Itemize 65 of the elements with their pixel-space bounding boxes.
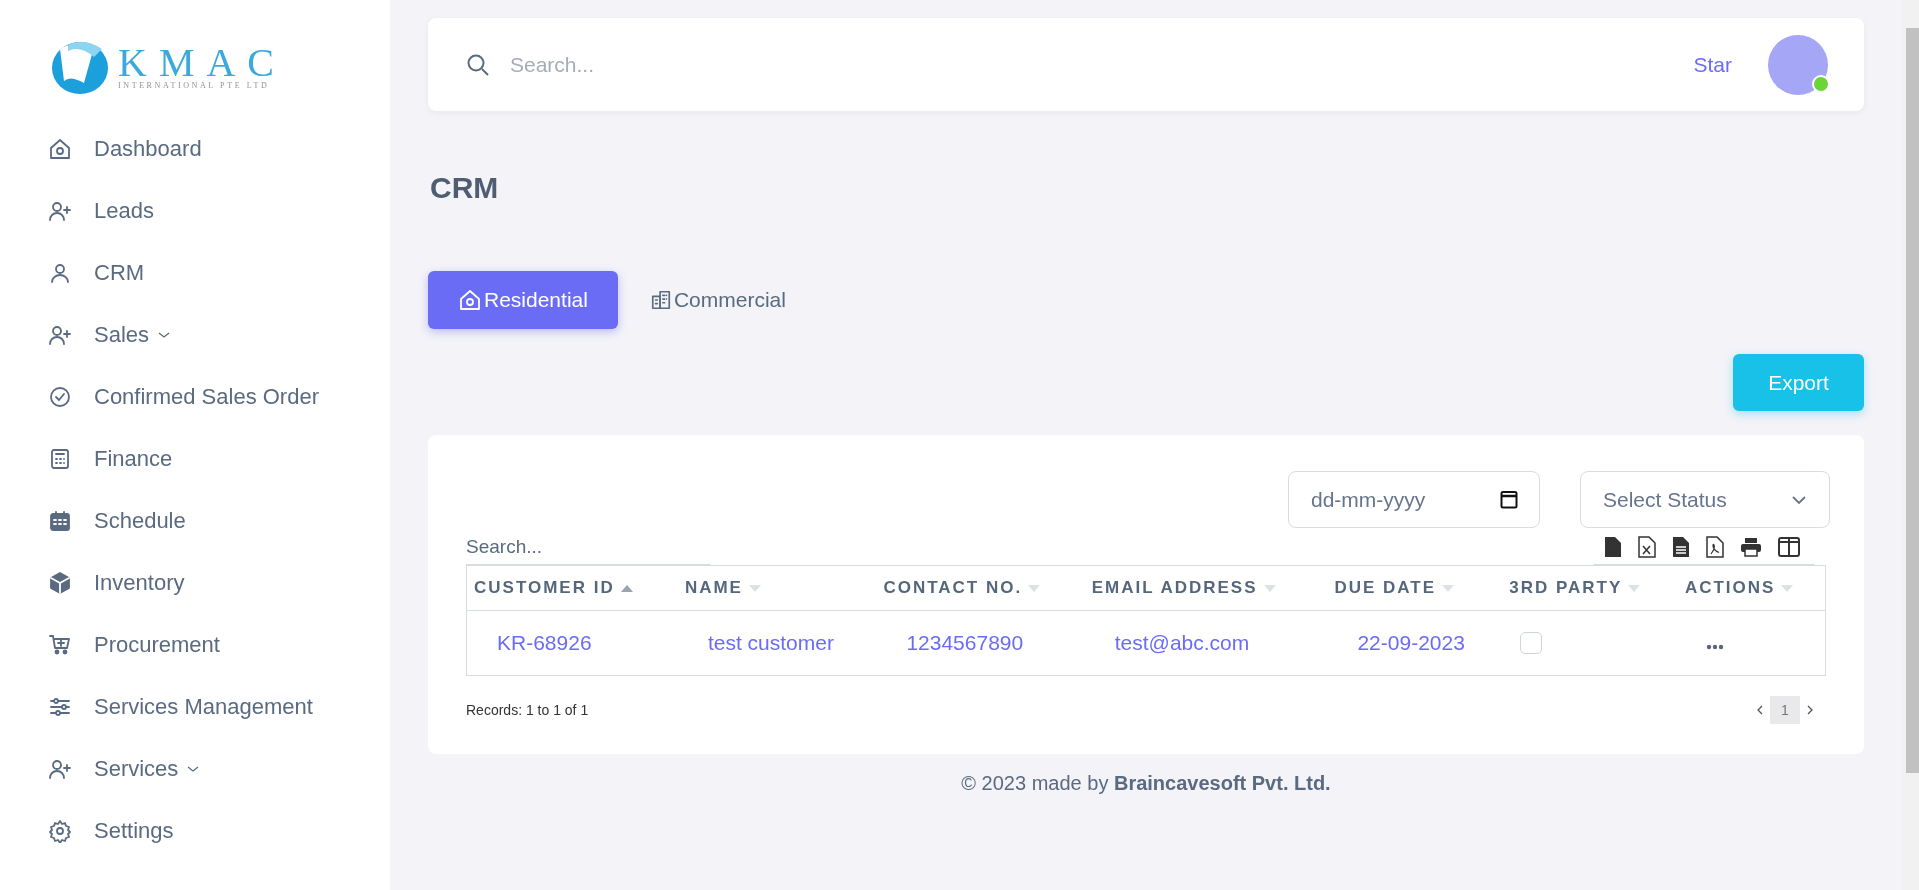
home-icon [458, 288, 482, 312]
table-cell[interactable]: KR-68926 [497, 631, 592, 654]
scrollbar-thumb[interactable] [1906, 28, 1919, 773]
sidebar-item[interactable]: Services [0, 738, 390, 800]
sidebar-item[interactable]: Finance [0, 428, 390, 490]
status-dropdown[interactable]: Select Status [1580, 471, 1830, 528]
sidebar-item[interactable]: Leads [0, 180, 390, 242]
sidebar-item[interactable]: Settings [0, 800, 390, 862]
scrollbar[interactable] [1902, 0, 1919, 890]
user-plus-icon [48, 323, 72, 347]
pdf-file-icon[interactable] [1706, 536, 1724, 558]
table-cell[interactable]: test@abc.com [1114, 631, 1250, 654]
user-name-link[interactable]: Star [1693, 52, 1732, 77]
column-header[interactable]: CONTACT NO. [876, 565, 1085, 611]
sliders-icon [48, 695, 72, 719]
calendar-icon[interactable] [1500, 489, 1518, 509]
table-cell[interactable]: 1234567890 [906, 631, 1024, 654]
records-count: Records: 1 to 1 of 1 [466, 702, 589, 718]
calculator-icon [48, 447, 72, 471]
chevron-down-icon [1791, 494, 1807, 505]
sidebar-item[interactable]: CRM [0, 242, 390, 304]
page-button[interactable]: 1 [1770, 696, 1800, 724]
search-icon [466, 52, 490, 77]
box-icon [48, 571, 72, 595]
column-header[interactable]: NAME [677, 565, 877, 611]
table-cell[interactable]: test customer [707, 631, 834, 654]
building-icon [649, 289, 672, 311]
file-icon[interactable] [1604, 536, 1622, 558]
checkbox[interactable] [1520, 632, 1543, 654]
logo-tagline: INTERNATIONAL PTE LTD [118, 80, 271, 90]
sidebar-item[interactable]: Procurement [0, 614, 390, 676]
logo-name: KMAC [118, 44, 287, 81]
sidebar-item[interactable]: Services Management [0, 676, 390, 738]
calendar-icon [48, 509, 72, 533]
column-header[interactable]: CUSTOMER ID [466, 565, 678, 611]
gear-icon [48, 819, 72, 843]
text-file-icon[interactable] [1672, 536, 1690, 558]
print-icon[interactable] [1740, 537, 1762, 557]
home-icon [48, 137, 72, 161]
page-title: CRM [430, 171, 500, 205]
previous-icon[interactable] [1756, 704, 1764, 716]
table-cell[interactable]: 22-09-2023 [1357, 631, 1465, 654]
column-header[interactable]: DUE DATE [1327, 565, 1503, 611]
search-field[interactable]: Search... [508, 51, 812, 78]
column-header[interactable]: EMAIL ADDRESS [1084, 565, 1328, 611]
column-header[interactable]: ACTIONS [1677, 565, 1826, 611]
next-icon[interactable] [1806, 704, 1814, 716]
user-icon [48, 261, 72, 285]
user-plus-icon [48, 757, 72, 781]
columns-icon[interactable] [1778, 537, 1800, 557]
sidebar-item[interactable]: Sales [0, 304, 390, 366]
sidebar-item[interactable]: Inventory [0, 552, 390, 614]
tab[interactable]: Commercial [635, 271, 800, 329]
tab[interactable]: Residential [428, 271, 618, 329]
user-plus-icon [48, 199, 72, 223]
date-field[interactable]: dd-mm-yyyy [1288, 471, 1540, 528]
sidebar-item[interactable]: Dashboard [0, 118, 390, 180]
cart-icon [48, 633, 72, 657]
check-circle-icon [48, 385, 72, 409]
column-header[interactable]: 3RD PARTY [1502, 565, 1678, 611]
more-icon[interactable] [1705, 644, 1724, 650]
sidebar-item[interactable]: Schedule [0, 490, 390, 552]
sidebar-item[interactable]: Confirmed Sales Order [0, 366, 390, 428]
footer-text: © 2023 made by Braincavesoft Pvt. Ltd. [960, 772, 1332, 795]
excel-file-icon[interactable] [1638, 536, 1656, 558]
